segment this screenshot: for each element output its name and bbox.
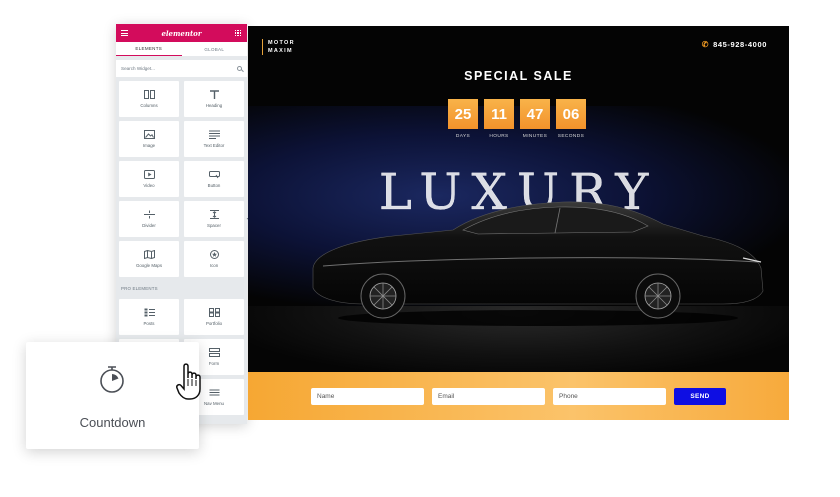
widget-label: Form bbox=[208, 361, 220, 366]
widget-grid: Columns Heading Image Text Editor Video … bbox=[116, 77, 247, 277]
menu-icon[interactable] bbox=[121, 30, 128, 36]
widget-video[interactable]: Video bbox=[119, 161, 179, 197]
stopwatch-icon bbox=[100, 366, 124, 393]
widget-label: Nav Menu bbox=[203, 401, 224, 406]
widget-label: Google Maps bbox=[135, 263, 163, 268]
screenshot-stage: elementor ELEMENTS GLOBAL Search Widget.… bbox=[0, 0, 840, 497]
widget-heading[interactable]: Heading bbox=[184, 81, 244, 117]
name-input[interactable]: Name bbox=[311, 387, 424, 405]
countdown-minutes: 47 MINUTES bbox=[520, 99, 550, 139]
widget-image[interactable]: Image bbox=[119, 121, 179, 157]
search-placeholder: Search Widget... bbox=[121, 66, 155, 71]
countdown-label: MINUTES bbox=[522, 134, 548, 139]
countdown-seconds: 06 SECONDS bbox=[556, 99, 586, 139]
widget-button[interactable]: Button bbox=[184, 161, 244, 197]
portfolio-icon bbox=[208, 308, 220, 317]
star-icon bbox=[209, 250, 220, 259]
widget-label: Columns bbox=[140, 103, 158, 108]
panel-header: elementor bbox=[116, 24, 247, 42]
widget-divider[interactable]: Divider bbox=[119, 201, 179, 237]
posts-icon bbox=[144, 308, 155, 317]
widget-columns[interactable]: Columns bbox=[119, 81, 179, 117]
divider-icon bbox=[143, 210, 155, 219]
countdown-widget-label: Countdown bbox=[79, 415, 146, 430]
widget-label: Button bbox=[207, 183, 221, 188]
apps-grid-icon[interactable] bbox=[234, 29, 242, 37]
tab-global[interactable]: GLOBAL bbox=[182, 42, 248, 56]
widget-label: Icon bbox=[209, 263, 219, 268]
form-icon bbox=[208, 348, 220, 357]
phone-number[interactable]: ✆ 845-928-4000 bbox=[702, 40, 767, 49]
countdown-value: 25 bbox=[448, 99, 478, 129]
countdown-label: HOURS bbox=[489, 134, 509, 139]
send-button[interactable]: SEND bbox=[674, 387, 726, 405]
spacer-icon bbox=[209, 210, 220, 219]
countdown-timer: 25 DAYS 11 HOURS 47 MINUTES 06 SECONDS bbox=[448, 99, 586, 139]
button-icon bbox=[208, 170, 220, 179]
sale-heading: SPECIAL SALE bbox=[464, 69, 573, 83]
widget-text-editor[interactable]: Text Editor bbox=[184, 121, 244, 157]
panel-tabs: ELEMENTS GLOBAL bbox=[116, 42, 247, 56]
widget-spacer[interactable]: Spacer bbox=[184, 201, 244, 237]
countdown-value: 11 bbox=[484, 99, 514, 129]
countdown-days: 25 DAYS bbox=[448, 99, 478, 139]
image-icon bbox=[143, 130, 155, 139]
widget-label: Divider bbox=[142, 223, 156, 228]
widget-portfolio[interactable]: Portfolio bbox=[184, 299, 244, 335]
countdown-label: DAYS bbox=[455, 134, 471, 139]
search-icon bbox=[237, 66, 242, 71]
widget-label: Posts bbox=[143, 321, 155, 326]
countdown-value: 47 bbox=[520, 99, 550, 129]
hand-cursor-icon bbox=[176, 363, 201, 400]
pro-elements-heading: PRO ELEMENTS bbox=[121, 286, 158, 291]
widget-search-input[interactable]: Search Widget... bbox=[116, 60, 247, 77]
columns-icon bbox=[143, 90, 155, 99]
widget-label: Spacer bbox=[207, 223, 221, 228]
widget-label: Image bbox=[142, 143, 156, 148]
brand-logo[interactable]: MOTOR MAXIM bbox=[262, 39, 295, 55]
widget-label: Text Editor bbox=[203, 143, 225, 148]
widget-label: Portfolio bbox=[205, 321, 223, 326]
lead-form: Name Email Phone SEND bbox=[248, 372, 789, 420]
widget-posts[interactable]: Posts bbox=[119, 299, 179, 335]
phone-text: 845-928-4000 bbox=[713, 40, 767, 49]
widget-icon[interactable]: Icon bbox=[184, 241, 244, 277]
tab-elements[interactable]: ELEMENTS bbox=[116, 42, 182, 56]
brand-line-2: MAXIM bbox=[268, 48, 293, 54]
car-image bbox=[312, 201, 764, 326]
widget-google-maps[interactable]: Google Maps bbox=[119, 241, 179, 277]
phone-icon: ✆ bbox=[701, 40, 710, 49]
nav-menu-icon bbox=[209, 388, 220, 397]
video-icon bbox=[143, 170, 155, 179]
widget-label: Heading bbox=[205, 103, 223, 108]
heading-icon bbox=[209, 90, 220, 99]
countdown-widget-card[interactable]: Countdown bbox=[26, 342, 199, 449]
brand-line-1: MOTOR bbox=[268, 40, 295, 46]
countdown-label: SECONDS bbox=[557, 134, 585, 139]
countdown-value: 06 bbox=[556, 99, 586, 129]
email-input[interactable]: Email bbox=[432, 387, 545, 405]
phone-input[interactable]: Phone bbox=[553, 387, 666, 405]
widget-label: Video bbox=[143, 183, 155, 188]
map-icon bbox=[143, 250, 155, 259]
elementor-logo: elementor bbox=[161, 28, 202, 38]
text-editor-icon bbox=[208, 130, 220, 139]
page-preview: MOTOR MAXIM ✆ 845-928-4000 SPECIAL SALE … bbox=[248, 26, 789, 420]
countdown-hours: 11 HOURS bbox=[484, 99, 514, 139]
